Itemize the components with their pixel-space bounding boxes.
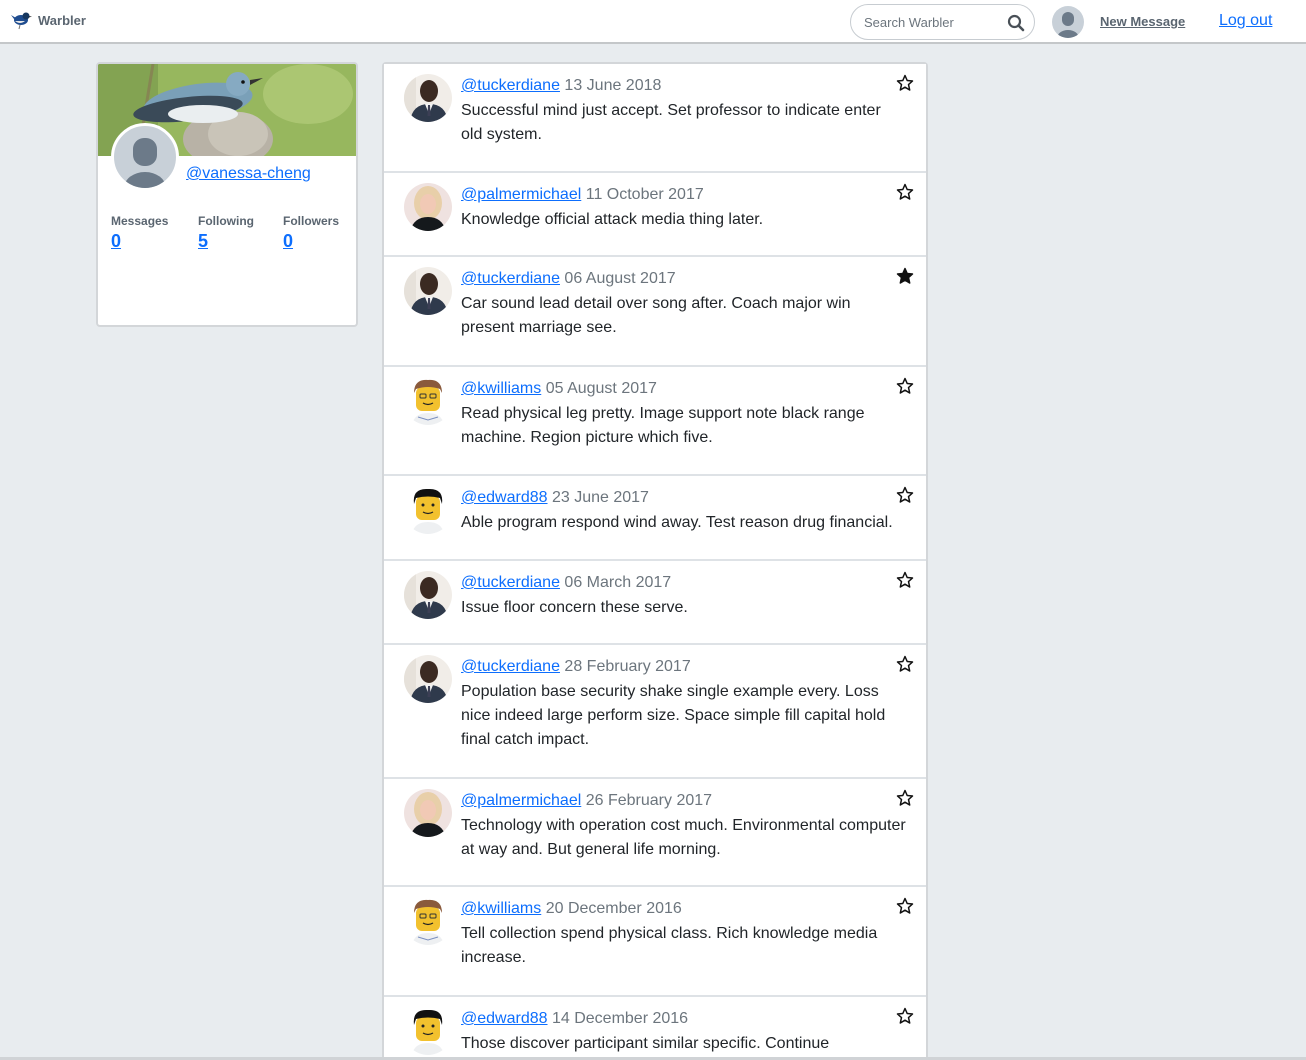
message-username-link[interactable]: @edward88: [461, 1010, 548, 1027]
message-item[interactable]: @edward88 14 December 2016 Those discover…: [384, 997, 926, 1060]
user-avatar-woman-blonde[interactable]: [404, 789, 452, 837]
message-meta: @tuckerdiane 28 February 2017: [461, 656, 691, 678]
message-username-link[interactable]: @palmermichael: [461, 186, 581, 203]
stat-followers-count-link[interactable]: 0: [283, 231, 339, 252]
star-outline-icon[interactable]: [896, 571, 914, 589]
logout-link[interactable]: Log out: [1219, 12, 1272, 30]
message-username-link[interactable]: @tuckerdiane: [461, 658, 560, 675]
message-date: 23 June 2017: [551, 489, 649, 506]
nav-user-avatar[interactable]: [1052, 6, 1084, 38]
message-username-link[interactable]: @tuckerdiane: [461, 574, 560, 591]
message-text: Those discover participant similar speci…: [461, 1035, 830, 1052]
message-meta: @edward88 14 December 2016: [461, 1008, 688, 1030]
profile-username-link[interactable]: @vanessa-cheng: [186, 165, 311, 183]
user-avatar-man-suit[interactable]: [404, 74, 452, 122]
message-meta: @kwilliams 05 August 2017: [461, 378, 657, 400]
user-avatar-man-suit[interactable]: [404, 267, 452, 315]
message-username-link[interactable]: @kwilliams: [461, 380, 541, 397]
new-message-link[interactable]: New Message: [1100, 14, 1185, 29]
stat-messages: Messages 0: [111, 214, 168, 252]
message-username-link[interactable]: @tuckerdiane: [461, 270, 560, 287]
stat-following-count-link[interactable]: 5: [198, 231, 254, 252]
star-outline-icon[interactable]: [896, 655, 914, 673]
star-outline-icon[interactable]: [896, 183, 914, 201]
user-avatar-lego-black[interactable]: [404, 486, 452, 534]
user-avatar-lego-brown[interactable]: [404, 377, 452, 425]
stat-label: Following: [198, 214, 254, 228]
message-meta: @palmermichael 11 October 2017: [461, 184, 704, 206]
star-filled-icon[interactable]: [896, 267, 914, 285]
message-date: 06 March 2017: [564, 574, 672, 591]
message-date: 28 February 2017: [564, 658, 691, 675]
message-date: 11 October 2017: [585, 186, 704, 203]
message-item[interactable]: @tuckerdiane 06 March 2017 Issue floor co…: [384, 561, 926, 645]
brand-name: Warbler: [38, 12, 86, 28]
star-outline-icon[interactable]: [896, 1007, 914, 1025]
message-item[interactable]: @palmermichael 11 October 2017 Knowledge …: [384, 173, 926, 257]
message-meta: @palmermichael 26 February 2017: [461, 790, 712, 812]
message-username-link[interactable]: @palmermichael: [461, 792, 581, 809]
message-item[interactable]: @tuckerdiane 28 February 2017 Population …: [384, 645, 926, 779]
message-item[interactable]: @edward88 23 June 2017 Able program respo…: [384, 476, 926, 561]
user-avatar-lego-black[interactable]: [404, 1007, 452, 1055]
stat-messages-count-link[interactable]: 0: [111, 231, 168, 252]
message-text: Technology with operation cost much. Env…: [461, 817, 906, 858]
brand-link[interactable]: Warbler: [11, 10, 86, 30]
search-input[interactable]: [864, 14, 1004, 30]
star-outline-icon[interactable]: [896, 897, 914, 915]
message-meta: @edward88 23 June 2017: [461, 487, 649, 509]
star-outline-icon[interactable]: [896, 74, 914, 92]
message-feed: @tuckerdiane 13 June 2018 Successful mind…: [382, 62, 928, 1060]
message-item[interactable]: @kwilliams 20 December 2016 Tell collecti…: [384, 887, 926, 997]
message-text: Knowledge official attack media thing la…: [461, 211, 764, 228]
message-meta: @tuckerdiane 13 June 2018: [461, 75, 661, 97]
message-item[interactable]: @kwilliams 05 August 2017 Read physical l…: [384, 367, 926, 476]
message-item[interactable]: @tuckerdiane 06 August 2017 Car sound lea…: [384, 257, 926, 367]
message-date: 14 December 2016: [551, 1010, 689, 1027]
message-username-link[interactable]: @edward88: [461, 489, 548, 506]
user-avatar-man-suit[interactable]: [404, 655, 452, 703]
stat-following: Following 5: [198, 214, 254, 252]
user-avatar-man-suit[interactable]: [404, 571, 452, 619]
message-date: 06 August 2017: [564, 270, 676, 287]
message-date: 26 February 2017: [585, 792, 713, 809]
default-avatar-icon: [124, 138, 166, 188]
message-date: 05 August 2017: [545, 380, 657, 397]
star-outline-icon[interactable]: [896, 789, 914, 807]
message-item[interactable]: @tuckerdiane 13 June 2018 Successful mind…: [384, 64, 926, 173]
message-meta: @kwilliams 20 December 2016: [461, 898, 682, 920]
profile-card: @vanessa-cheng Messages 0 Following 5 Fo…: [96, 62, 358, 327]
message-meta: @tuckerdiane 06 March 2017: [461, 572, 671, 594]
message-text: Successful mind just accept. Set profess…: [461, 102, 881, 143]
stat-label: Followers: [283, 214, 340, 228]
profile-avatar[interactable]: [111, 123, 179, 191]
message-text: Issue floor concern these serve.: [461, 599, 688, 616]
star-outline-icon[interactable]: [896, 377, 914, 395]
message-item[interactable]: @palmermichael 26 February 2017 Technolog…: [384, 779, 926, 887]
star-outline-icon[interactable]: [896, 486, 914, 504]
warbler-bird-logo-icon: [11, 12, 32, 30]
stat-followers: Followers 0: [283, 214, 339, 252]
message-text: Tell collection spend physical class. Ri…: [461, 925, 878, 966]
message-text: Car sound lead detail over song after. C…: [461, 295, 851, 336]
user-avatar-lego-brown[interactable]: [404, 897, 452, 945]
message-date: 20 December 2016: [545, 900, 682, 917]
message-date: 13 June 2018: [564, 77, 662, 94]
message-username-link[interactable]: @tuckerdiane: [461, 77, 560, 94]
message-username-link[interactable]: @kwilliams: [461, 900, 541, 917]
message-text: Able program respond wind away. Test rea…: [461, 514, 893, 531]
search-form: [850, 4, 1035, 40]
message-meta: @tuckerdiane 06 August 2017: [461, 268, 676, 290]
navbar: Warbler New Message Log out: [0, 0, 1306, 44]
default-avatar-icon: [1057, 12, 1079, 38]
user-avatar-woman-blonde[interactable]: [404, 183, 452, 231]
search-icon[interactable]: [1006, 13, 1026, 33]
message-text: Population base security shake single ex…: [461, 683, 886, 748]
stat-label: Messages: [111, 214, 169, 228]
message-text: Read physical leg pretty. Image support …: [461, 405, 865, 446]
